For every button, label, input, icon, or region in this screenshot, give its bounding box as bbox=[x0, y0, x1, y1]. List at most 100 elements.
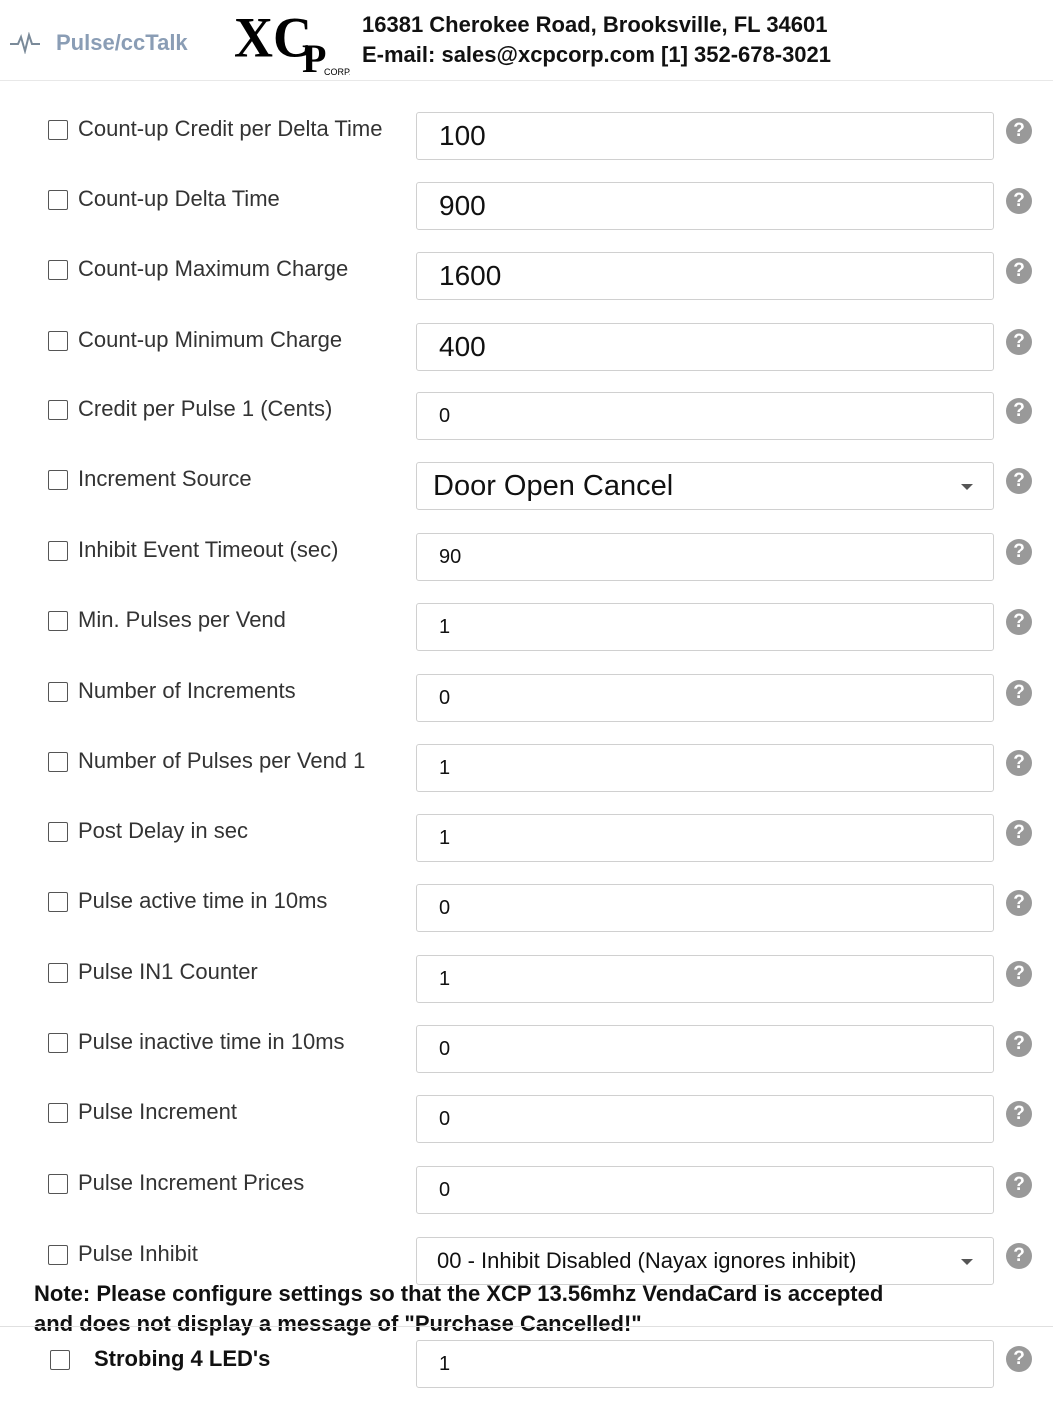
svg-text:CORP.: CORP. bbox=[324, 67, 350, 76]
setting-checkbox[interactable] bbox=[48, 611, 68, 631]
setting-value-field[interactable]: 1 bbox=[416, 1340, 994, 1388]
setting-row: Count-up Delta Time 900? bbox=[0, 182, 1053, 252]
setting-value-field[interactable]: 0 bbox=[416, 1095, 994, 1143]
setting-value-field[interactable]: 100 bbox=[416, 112, 994, 160]
setting-value-field[interactable]: 0 bbox=[416, 392, 994, 440]
company-address: 16381 Cherokee Road, Brooksville, FL 346… bbox=[362, 12, 828, 37]
help-icon[interactable]: ? bbox=[1006, 1101, 1032, 1127]
setting-value-field[interactable]: 0 bbox=[416, 674, 994, 722]
setting-label: Pulse active time in 10ms bbox=[78, 888, 328, 913]
setting-checkbox[interactable] bbox=[48, 1033, 68, 1053]
setting-row: Pulse Increment Prices 0? bbox=[0, 1166, 1053, 1236]
setting-row: Count-up Credit per Delta Time 100? bbox=[0, 112, 1053, 182]
help-icon[interactable]: ? bbox=[1006, 258, 1032, 284]
setting-label: Number of Increments bbox=[78, 678, 296, 703]
setting-checkbox[interactable] bbox=[48, 682, 68, 702]
setting-row: Post Delay in sec 1? bbox=[0, 814, 1053, 884]
setting-label: Min. Pulses per Vend bbox=[78, 607, 286, 632]
setting-row: Credit per Pulse 1 (Cents) 0? bbox=[0, 392, 1053, 462]
setting-value-field[interactable]: 1 bbox=[416, 603, 994, 651]
setting-value-field[interactable]: 900 bbox=[416, 182, 994, 230]
setting-value: 0 bbox=[439, 1037, 451, 1060]
setting-value: 1 bbox=[439, 756, 451, 779]
help-icon[interactable]: ? bbox=[1006, 750, 1032, 776]
help-icon[interactable]: ? bbox=[1006, 1243, 1032, 1269]
help-icon[interactable]: ? bbox=[1006, 188, 1032, 214]
setting-label: Inhibit Event Timeout (sec) bbox=[78, 537, 339, 562]
setting-checkbox[interactable] bbox=[48, 331, 68, 351]
setting-checkbox[interactable] bbox=[50, 1350, 70, 1370]
pulse-wave-icon bbox=[10, 32, 40, 54]
help-icon[interactable]: ? bbox=[1006, 1031, 1032, 1057]
setting-checkbox[interactable] bbox=[48, 752, 68, 772]
setting-checkbox[interactable] bbox=[48, 822, 68, 842]
setting-row: Pulse inactive time in 10ms 0? bbox=[0, 1025, 1053, 1095]
setting-checkbox[interactable] bbox=[48, 892, 68, 912]
help-icon[interactable]: ? bbox=[1006, 1346, 1032, 1372]
setting-value-field[interactable]: 1 bbox=[416, 814, 994, 862]
settings-note: Note: Please configure settings so that … bbox=[34, 1279, 1034, 1339]
setting-label: Credit per Pulse 1 (Cents) bbox=[78, 396, 333, 421]
setting-select[interactable]: 00 - Inhibit Disabled (Nayax ignores inh… bbox=[416, 1237, 994, 1285]
setting-value-field[interactable]: 1600 bbox=[416, 252, 994, 300]
setting-value: 00 - Inhibit Disabled (Nayax ignores inh… bbox=[437, 1248, 857, 1273]
help-icon[interactable]: ? bbox=[1006, 468, 1032, 494]
svg-text:XC: XC bbox=[234, 6, 312, 68]
setting-label: Count-up Credit per Delta Time bbox=[78, 116, 383, 141]
setting-value-field[interactable]: 1 bbox=[416, 955, 994, 1003]
setting-value-field[interactable]: 0 bbox=[416, 1166, 994, 1214]
setting-checkbox[interactable] bbox=[48, 1245, 68, 1265]
setting-value-field[interactable]: 0 bbox=[416, 1025, 994, 1073]
setting-checkbox[interactable] bbox=[48, 541, 68, 561]
setting-value: 1 bbox=[439, 967, 451, 990]
setting-label: Pulse Increment Prices bbox=[78, 1170, 305, 1195]
setting-row: Increment Source Door Open Cancel? bbox=[0, 462, 1053, 532]
help-icon[interactable]: ? bbox=[1006, 680, 1032, 706]
setting-row-strobing-leds: Strobing 4 LED's 1 ? bbox=[0, 1340, 1053, 1410]
chevron-down-icon[interactable] bbox=[961, 484, 973, 490]
setting-value: 0 bbox=[439, 686, 451, 709]
setting-label: Increment Source bbox=[78, 466, 252, 491]
help-icon[interactable]: ? bbox=[1006, 118, 1032, 144]
help-icon[interactable]: ? bbox=[1006, 961, 1032, 987]
svg-text:P: P bbox=[302, 36, 326, 76]
setting-value: 0 bbox=[439, 404, 451, 427]
setting-checkbox[interactable] bbox=[48, 470, 68, 490]
help-icon[interactable]: ? bbox=[1006, 820, 1032, 846]
tab-pulse-cctalk[interactable]: Pulse/ccTalk bbox=[10, 30, 188, 56]
chevron-down-icon[interactable] bbox=[961, 1259, 973, 1265]
setting-row: Count-up Maximum Charge 1600? bbox=[0, 252, 1053, 322]
setting-row: Number of Increments 0? bbox=[0, 674, 1053, 744]
setting-label: Number of Pulses per Vend 1 bbox=[78, 748, 366, 773]
setting-value: 400 bbox=[439, 331, 486, 362]
help-icon[interactable]: ? bbox=[1006, 539, 1032, 565]
setting-value: 0 bbox=[439, 1178, 451, 1201]
setting-value: 1 bbox=[439, 1352, 451, 1375]
setting-checkbox[interactable] bbox=[48, 963, 68, 983]
help-icon[interactable]: ? bbox=[1006, 398, 1032, 424]
setting-value-field[interactable]: 1 bbox=[416, 744, 994, 792]
setting-checkbox[interactable] bbox=[48, 400, 68, 420]
setting-value-field[interactable]: 90 bbox=[416, 533, 994, 581]
setting-label: Pulse IN1 Counter bbox=[78, 959, 258, 984]
setting-row: Pulse active time in 10ms 0? bbox=[0, 884, 1053, 954]
setting-checkbox[interactable] bbox=[48, 190, 68, 210]
setting-value: 90 bbox=[439, 545, 462, 568]
setting-value: Door Open Cancel bbox=[433, 469, 674, 502]
setting-row: Number of Pulses per Vend 1 1? bbox=[0, 744, 1053, 814]
help-icon[interactable]: ? bbox=[1006, 609, 1032, 635]
setting-label: Count-up Delta Time bbox=[78, 186, 280, 211]
setting-value-field[interactable]: 0 bbox=[416, 884, 994, 932]
help-icon[interactable]: ? bbox=[1006, 329, 1032, 355]
setting-checkbox[interactable] bbox=[48, 260, 68, 280]
setting-value: 100 bbox=[439, 120, 486, 151]
setting-checkbox[interactable] bbox=[48, 120, 68, 140]
setting-checkbox[interactable] bbox=[48, 1103, 68, 1123]
setting-select[interactable]: Door Open Cancel bbox=[416, 462, 994, 510]
note-line-1: Note: Please configure settings so that … bbox=[34, 1281, 884, 1306]
help-icon[interactable]: ? bbox=[1006, 890, 1032, 916]
setting-value-field[interactable]: 400 bbox=[416, 323, 994, 371]
setting-checkbox[interactable] bbox=[48, 1174, 68, 1194]
help-icon[interactable]: ? bbox=[1006, 1172, 1032, 1198]
note-line-2: and does not display a message of "Purch… bbox=[34, 1311, 642, 1336]
